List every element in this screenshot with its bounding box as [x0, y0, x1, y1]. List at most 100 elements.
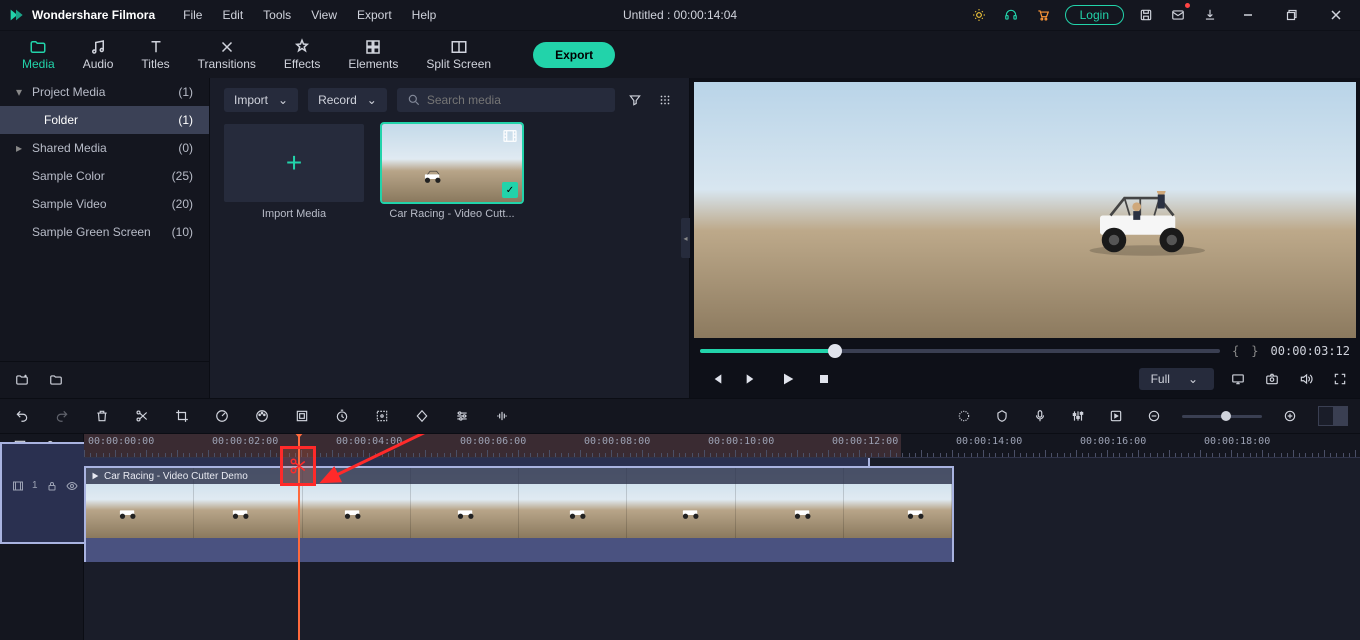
tab-split-screen[interactable]: Split Screen: [412, 31, 505, 79]
timeline-body[interactable]: 00:00:00:00 00:00:02:00 00:00:04:00 00:0…: [84, 434, 1360, 640]
grid-view-icon[interactable]: [655, 90, 675, 110]
zoom-out-icon[interactable]: [1144, 406, 1164, 426]
headset-icon[interactable]: [1001, 5, 1021, 25]
sidebar-item-folder[interactable]: Folder(1): [0, 106, 209, 134]
collapse-panel-button[interactable]: ◂: [681, 218, 690, 258]
filter-icon[interactable]: [625, 90, 645, 110]
ruler-tick: 00:00:12:00: [832, 436, 898, 447]
mark-out-icon[interactable]: }: [1251, 344, 1258, 358]
duration-icon[interactable]: [332, 406, 352, 426]
keyframe-icon[interactable]: [412, 406, 432, 426]
app-name: Wondershare Filmora: [32, 8, 155, 22]
mark-in-icon[interactable]: {: [1232, 344, 1239, 358]
login-button[interactable]: Login: [1065, 5, 1124, 25]
filmstrip-icon: [502, 128, 518, 144]
save-icon[interactable]: [1136, 5, 1156, 25]
crop-icon[interactable]: [172, 406, 192, 426]
title-bar: Wondershare Filmora File Edit Tools View…: [0, 0, 1360, 30]
sidebar-item-sample-green-screen[interactable]: Sample Green Screen(10): [0, 218, 209, 246]
progress-thumb[interactable]: [828, 344, 842, 358]
play-small-icon: [90, 471, 100, 481]
split-icon[interactable]: [132, 406, 152, 426]
new-folder-icon[interactable]: [12, 370, 32, 390]
sidebar-item-project-media[interactable]: ▾Project Media(1): [0, 78, 209, 106]
timeline-clip[interactable]: Car Racing - Video Cutter Demo: [84, 466, 954, 562]
fullscreen-icon[interactable]: [1330, 369, 1350, 389]
render-icon[interactable]: [1106, 406, 1126, 426]
maximize-button[interactable]: [1276, 1, 1308, 29]
snapshot-icon[interactable]: [1262, 369, 1282, 389]
menu-view[interactable]: View: [303, 4, 345, 26]
ruler-tick: 00:00:08:00: [584, 436, 650, 447]
search-input[interactable]: [397, 88, 615, 112]
voiceover-icon[interactable]: [1030, 406, 1050, 426]
green-screen-icon[interactable]: [292, 406, 312, 426]
marker-dotted-icon[interactable]: [954, 406, 974, 426]
zoom-thumb[interactable]: [1221, 411, 1231, 421]
color-icon[interactable]: [252, 406, 272, 426]
brightness-icon[interactable]: [969, 5, 989, 25]
tab-titles[interactable]: Titles: [127, 31, 183, 79]
step-forward-button[interactable]: [744, 371, 760, 387]
delete-icon[interactable]: [92, 406, 112, 426]
tab-transitions[interactable]: Transitions: [184, 31, 270, 79]
step-back-button[interactable]: [708, 371, 724, 387]
menu-edit[interactable]: Edit: [214, 4, 251, 26]
speed-icon[interactable]: [212, 406, 232, 426]
media-thumb[interactable]: ✓ Car Racing - Video Cutt...: [382, 124, 522, 220]
timeline-ruler[interactable]: 00:00:00:00 00:00:02:00 00:00:04:00 00:0…: [84, 434, 1360, 458]
sidebar-item-shared-media[interactable]: ▸Shared Media(0): [0, 134, 209, 162]
display-icon[interactable]: [1228, 369, 1248, 389]
stop-button[interactable]: [816, 371, 832, 387]
progress-track[interactable]: [700, 349, 1220, 353]
ruler-tick: 00:00:16:00: [1080, 436, 1146, 447]
marker-icon[interactable]: [992, 406, 1012, 426]
chevron-down-icon: ⌄: [1188, 372, 1198, 386]
detach-audio-icon[interactable]: [372, 406, 392, 426]
undo-icon[interactable]: [12, 406, 32, 426]
buggy-icon: [421, 170, 447, 184]
download-icon[interactable]: [1200, 5, 1220, 25]
ruler-tick: 00:00:02:00: [212, 436, 278, 447]
mixer-icon[interactable]: [1068, 406, 1088, 426]
sidebar-item-sample-color[interactable]: Sample Color(25): [0, 162, 209, 190]
tab-elements[interactable]: Elements: [334, 31, 412, 79]
plus-icon: +: [224, 124, 364, 202]
sidebar-item-label: Sample Video: [32, 197, 172, 211]
search-field[interactable]: [427, 93, 605, 107]
app-logo-icon: [8, 7, 24, 23]
cart-icon[interactable]: [1033, 5, 1053, 25]
tab-effects[interactable]: Effects: [270, 31, 334, 79]
audio-wave-icon[interactable]: [492, 406, 512, 426]
message-icon[interactable]: [1168, 5, 1188, 25]
record-dropdown[interactable]: Record⌄: [308, 88, 387, 112]
menu-export[interactable]: Export: [349, 4, 400, 26]
tab-label: Elements: [348, 57, 398, 71]
export-button[interactable]: Export: [533, 42, 615, 68]
menu-help[interactable]: Help: [404, 4, 445, 26]
lock-icon[interactable]: [46, 480, 58, 492]
menu-tools[interactable]: Tools: [255, 4, 299, 26]
volume-icon[interactable]: [1296, 369, 1316, 389]
media-panel: Import⌄ Record⌄ + Import Media ✓ Car Rac…: [210, 78, 690, 398]
timeline-view-toggle[interactable]: [1318, 406, 1348, 426]
zoom-in-icon[interactable]: [1280, 406, 1300, 426]
import-dropdown[interactable]: Import⌄: [224, 88, 298, 112]
tab-audio[interactable]: Audio: [69, 31, 128, 79]
adjust-icon[interactable]: [452, 406, 472, 426]
timeline-toolbar: [0, 398, 1360, 434]
import-media-tile[interactable]: + Import Media: [224, 124, 364, 220]
close-button[interactable]: [1320, 1, 1352, 29]
eye-icon[interactable]: [66, 480, 78, 492]
folder-outline-icon[interactable]: [46, 370, 66, 390]
play-button[interactable]: [780, 371, 796, 387]
menu-file[interactable]: File: [175, 4, 210, 26]
zoom-fit-dropdown[interactable]: Full⌄: [1139, 368, 1214, 390]
preview-viewport[interactable]: [694, 82, 1356, 338]
sidebar-item-sample-video[interactable]: Sample Video(20): [0, 190, 209, 218]
zoom-slider[interactable]: [1182, 415, 1262, 418]
tab-media[interactable]: Media: [8, 31, 69, 79]
minimize-button[interactable]: [1232, 1, 1264, 29]
tab-label: Effects: [284, 57, 320, 71]
redo-icon[interactable]: [52, 406, 72, 426]
